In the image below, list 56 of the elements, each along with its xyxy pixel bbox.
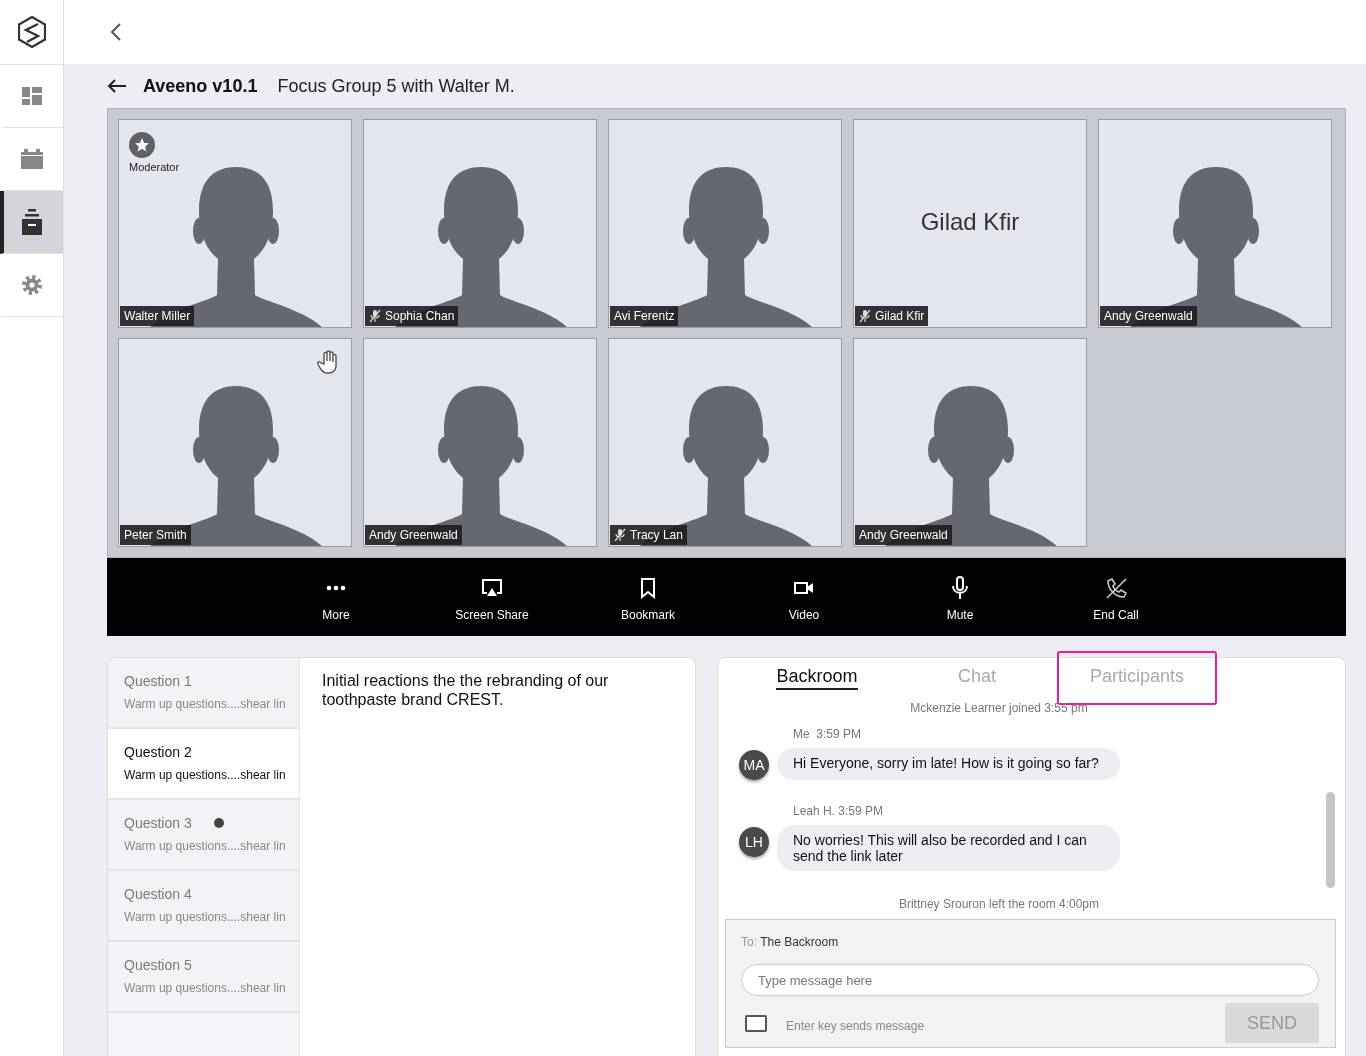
question-title: Question 2 <box>124 744 192 760</box>
chat-tab[interactable]: Backroom <box>737 651 897 705</box>
question-title: Question 5 <box>124 957 192 973</box>
dashboard-icon <box>21 87 42 105</box>
settings-icon <box>21 275 42 295</box>
archive-box-icon <box>21 209 42 235</box>
toolbar-button[interactable]: Screen Share <box>414 558 570 636</box>
session-title: Focus Group 5 with Walter M. <box>277 75 515 97</box>
participant-name-label: Andy Greenwald <box>1100 306 1197 326</box>
recipient-label: To: The Backroom <box>741 935 839 949</box>
question-subtitle: Warm up questions....shear lin <box>124 981 287 995</box>
participant-name-label: Sophia Chan <box>365 306 459 326</box>
message-bubble: Hi Everyone, sorry im late! How is it going so far? <box>777 748 1120 780</box>
system-message: Brittney Srouron left the room 4:00pm <box>897 897 1101 913</box>
bookmark-icon <box>640 577 656 599</box>
microphone-icon <box>951 576 969 600</box>
calendar-icon <box>20 149 43 169</box>
participant-name-label: Tracy Lan <box>610 525 687 545</box>
participant-name-label: Walter Miller <box>120 306 195 326</box>
checkbox-label: Enter key sends message <box>786 1019 925 1033</box>
video-camera-icon <box>793 581 815 595</box>
question-title: Question 3 <box>124 815 192 831</box>
question-title: Question 4 <box>124 886 192 902</box>
sidebar-item[interactable] <box>0 191 63 254</box>
back-chevron-icon[interactable] <box>110 22 122 42</box>
toolbar-button[interactable]: End Call <box>1038 558 1194 636</box>
more-icon <box>326 585 346 591</box>
screen-share-icon <box>481 578 503 598</box>
question-subtitle: Warm up questions....shear lin <box>124 697 287 711</box>
question-text: Initial reactions the the rebranding of our toothpaste brand CREST. <box>321 671 610 710</box>
project-title: Aveeno v10.1 <box>143 75 258 97</box>
back-arrow-icon[interactable] <box>107 79 127 93</box>
toolbar-button[interactable]: Video <box>726 558 882 636</box>
logo-icon[interactable] <box>17 16 46 48</box>
participant-name-label: Andy Greenwald <box>855 525 952 545</box>
toolbar-button[interactable]: More <box>258 558 414 636</box>
toolbar-button[interactable]: Bookmark <box>570 558 726 636</box>
question-subtitle: Warm up questions....shear lin <box>124 839 287 853</box>
message-meta: Me 3:59 PM <box>793 727 863 741</box>
end-call-icon <box>1105 577 1127 599</box>
participant-name-label: Peter Smith <box>120 525 191 545</box>
question-subtitle: Warm up questions....shear lin <box>124 768 287 782</box>
role-label: Moderator <box>129 161 180 173</box>
checkbox[interactable] <box>745 1015 767 1032</box>
message-meta: Leah H. 3:59 PM <box>793 804 885 818</box>
participant-name: Gilad Kfir <box>919 208 1021 236</box>
scrollbar[interactable] <box>1326 792 1335 888</box>
toolbar-button[interactable]: Mute <box>882 558 1038 636</box>
question-subtitle: Warm up questions....shear lin <box>124 910 287 924</box>
participant-name-label: Andy Greenwald <box>365 525 462 545</box>
message-input[interactable]: Type message here <box>741 964 1319 996</box>
question-title: Question 1 <box>124 673 192 689</box>
message-bubble: No worries! This will also be recorded and I can send the link later <box>777 825 1120 871</box>
participant-name-label: Gilad Kfir <box>855 306 929 326</box>
participant-name-label: Avi Ferentz <box>610 306 679 326</box>
question-item[interactable]: Question 2 Warm up questions....shear lin <box>108 729 299 800</box>
